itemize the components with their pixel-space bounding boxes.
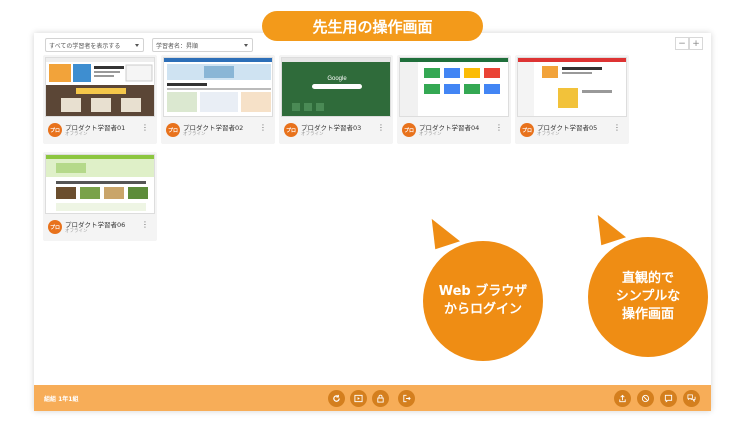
student-status: オフライン — [301, 132, 324, 137]
avatar: プロ — [402, 123, 416, 137]
screen-preview-image — [46, 155, 154, 213]
conversation-button[interactable] — [683, 390, 700, 407]
upload-icon — [619, 394, 626, 403]
zoom-out-button[interactable]: − — [675, 37, 689, 50]
card-footer: プロ プロダクト学習者03 オフライン ⋮ — [279, 119, 393, 144]
bubble-text-line: シンプルな — [615, 289, 681, 304]
chat-multiple-icon — [687, 394, 696, 403]
lock-icon — [377, 394, 384, 403]
student-status: オフライン — [419, 132, 442, 137]
student-card[interactable]: Google プロ プロダクト学習者03 オフライン ⋮ — [279, 55, 393, 144]
filter-dropdown-label: すべての学習者を表示する — [49, 42, 121, 50]
avatar: プロ — [48, 220, 62, 234]
bubble-text-line: からログイン — [443, 302, 522, 317]
refresh-button[interactable] — [328, 390, 345, 407]
page-banner-title: 先生用の操作画面 — [262, 11, 483, 41]
student-card[interactable]: プロ プロダクト学習者04 オフライン ⋮ — [397, 55, 511, 144]
student-status: オフライン — [65, 229, 88, 234]
screen-preview-image — [400, 58, 508, 116]
student-card[interactable]: プロ プロダクト学習者06 オフライン ⋮ — [43, 152, 157, 241]
screen-preview-image — [46, 58, 154, 116]
logout-button[interactable] — [398, 390, 415, 407]
play-screen-icon — [354, 394, 363, 403]
bubble-text-line: 直観的で — [621, 271, 674, 286]
bubble-text-line: 操作画面 — [621, 307, 674, 322]
student-card[interactable]: プロ プロダクト学習者01 オフライン ⋮ — [43, 55, 157, 144]
class-name-label: 組組 1年1組 — [44, 396, 79, 403]
filter-dropdown[interactable]: すべての学習者を表示する — [45, 38, 144, 52]
bubble-text-line: Web ブラウザ — [438, 284, 528, 299]
more-menu-icon[interactable]: ⋮ — [613, 124, 621, 132]
card-footer: プロ プロダクト学習者05 オフライン ⋮ — [515, 119, 629, 144]
google-logo-text: Google — [327, 76, 347, 82]
card-footer: プロ プロダクト学習者04 オフライン ⋮ — [397, 119, 511, 144]
screen-thumbnail[interactable] — [45, 57, 155, 117]
student-status: オフライン — [537, 132, 560, 137]
avatar: プロ — [284, 123, 298, 137]
avatar: プロ — [48, 123, 62, 137]
screen-preview-image — [518, 58, 626, 116]
zoom-in-button[interactable]: + — [689, 37, 703, 50]
sort-dropdown[interactable]: 学習者名：昇順 — [152, 38, 253, 52]
chevron-down-icon — [135, 44, 139, 47]
screen-thumbnail[interactable]: Google — [281, 57, 391, 117]
student-status: オフライン — [183, 132, 206, 137]
speech-bubble-web-login: Web ブラウザ からログイン — [423, 241, 543, 361]
screen-thumbnail[interactable] — [517, 57, 627, 117]
card-footer: プロ プロダクト学習者01 オフライン ⋮ — [43, 119, 157, 144]
message-button[interactable] — [660, 390, 677, 407]
speech-bubble-intuitive-ui: 直観的で シンプルな 操作画面 — [588, 237, 708, 357]
logout-icon — [403, 394, 411, 403]
send-button[interactable] — [614, 390, 631, 407]
card-footer: プロ プロダクト学習者06 オフライン ⋮ — [43, 216, 157, 241]
more-menu-icon[interactable]: ⋮ — [141, 124, 149, 132]
card-footer: プロ プロダクト学習者02 オフライン ⋮ — [161, 119, 275, 144]
more-menu-icon[interactable]: ⋮ — [259, 124, 267, 132]
screen-thumbnail[interactable] — [163, 57, 273, 117]
more-menu-icon[interactable]: ⋮ — [495, 124, 503, 132]
screen-preview-image: Google — [282, 58, 390, 116]
chat-icon — [664, 394, 673, 403]
block-icon — [641, 394, 650, 403]
lock-screen-button[interactable] — [372, 390, 389, 407]
student-card[interactable]: プロ プロダクト学習者02 オフライン ⋮ — [161, 55, 275, 144]
more-menu-icon[interactable]: ⋮ — [377, 124, 385, 132]
sort-dropdown-label: 学習者名：昇順 — [156, 42, 199, 50]
chevron-down-icon — [244, 44, 248, 47]
student-card[interactable]: プロ プロダクト学習者05 オフライン ⋮ — [515, 55, 629, 144]
refresh-icon — [333, 394, 340, 402]
avatar: プロ — [166, 123, 180, 137]
screen-thumbnail[interactable] — [45, 154, 155, 214]
more-menu-icon[interactable]: ⋮ — [141, 221, 149, 229]
avatar: プロ — [520, 123, 534, 137]
screen-preview-image — [164, 58, 272, 116]
student-status: オフライン — [65, 132, 88, 137]
bottom-action-bar: 組組 1年1組 — [34, 385, 711, 411]
block-button[interactable] — [637, 390, 654, 407]
zoom-controls: − + — [675, 37, 703, 50]
screen-thumbnail[interactable] — [399, 57, 509, 117]
screen-share-button[interactable] — [350, 390, 367, 407]
